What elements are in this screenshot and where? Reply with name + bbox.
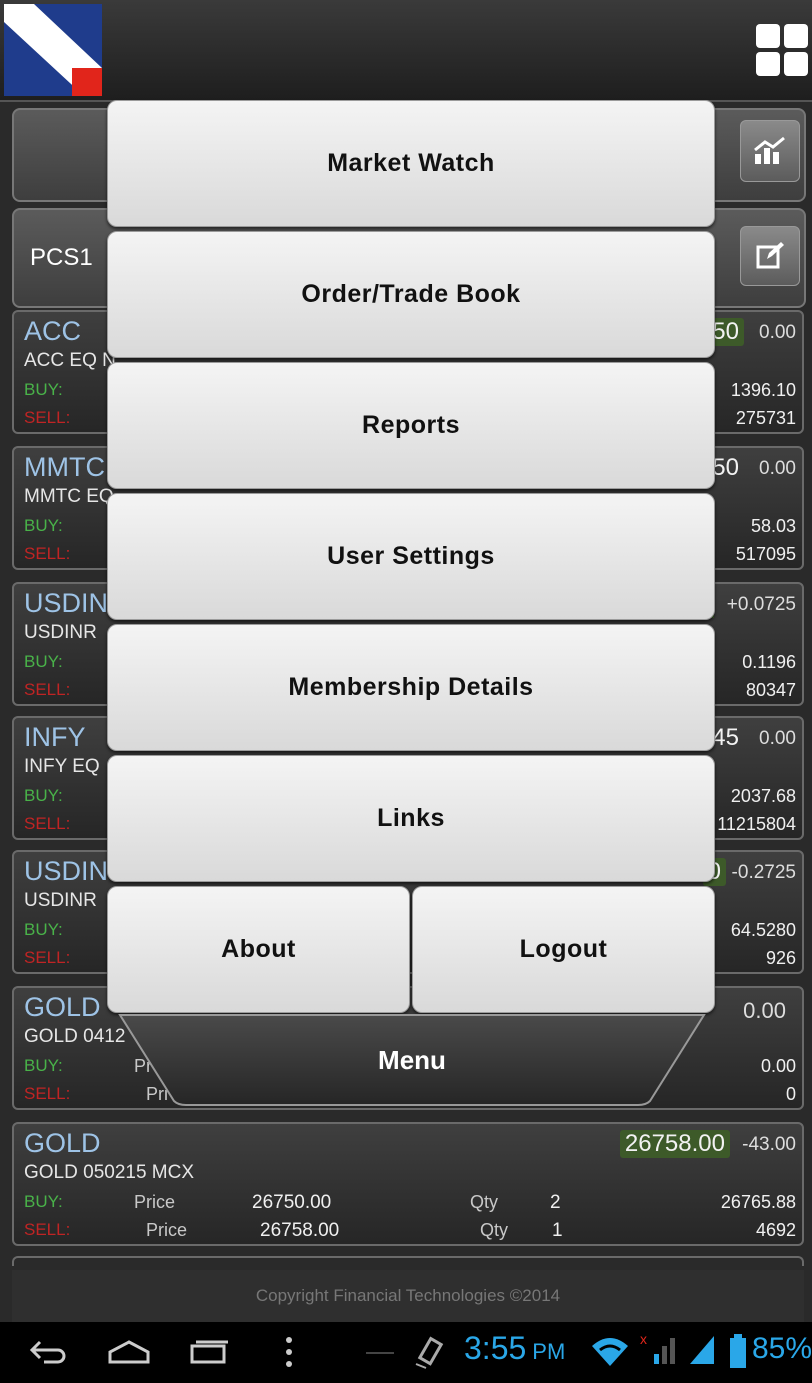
price-change: 0.00 (759, 322, 796, 343)
sell-value: 275731 (735, 408, 796, 428)
app-header (0, 0, 812, 102)
buy-qty: 2 (550, 1192, 561, 1213)
buy-value: 64.5280 (730, 920, 796, 940)
sell-label: SELL: (24, 408, 71, 427)
item-symbol: USDIN (24, 856, 109, 886)
sell-label: SELL: (24, 1220, 71, 1239)
item-description: INFY EQ (24, 756, 100, 777)
clock: 3:55 PM (464, 1330, 565, 1367)
last-price: 26758.00 (619, 1130, 730, 1158)
back-icon[interactable] (28, 1338, 68, 1371)
menu-item-links[interactable]: Links (107, 755, 715, 882)
menu-item-membership-details[interactable]: Membership Details (107, 624, 715, 751)
sell-value: 926 (765, 948, 796, 968)
home-icon[interactable] (106, 1338, 152, 1371)
status-ampm: PM (532, 1339, 566, 1364)
wifi-icon (590, 1336, 630, 1373)
status-time: 3:55 (464, 1330, 527, 1366)
buy-value: 0.00 (760, 1056, 796, 1076)
sell-value: 0 (785, 1084, 796, 1104)
buy-value: 58.03 (750, 516, 796, 536)
buy-value: 2037.68 (730, 786, 796, 806)
watchlist-name[interactable]: PCS1 (30, 244, 93, 272)
price-change: -43.00 (742, 1134, 796, 1155)
sell-value: 80347 (745, 680, 796, 700)
item-symbol: MMTC (24, 452, 105, 482)
sell-price: 26758.00 (260, 1220, 340, 1241)
watchlist-item[interactable]: GOLD GOLD 050215 MCX BUY: SELL: 26758.00… (12, 1122, 804, 1246)
price-change: 0.00 (743, 998, 786, 1023)
buy-qty-label: Qty (470, 1192, 499, 1212)
item-description: GOLD 050215 MCX (24, 1162, 195, 1183)
edit-icon[interactable] (740, 226, 800, 286)
sell-label: SELL: (24, 814, 71, 833)
system-status-bar: 3:55 PM x 85% (0, 1322, 812, 1383)
menu-item-order-trade-book[interactable]: Order/Trade Book (107, 231, 715, 358)
price-change: -0.2725 (731, 862, 796, 883)
item-symbol: USDIN (24, 588, 109, 618)
buy-label: BUY: (24, 652, 63, 671)
buy-label: BUY: (24, 1056, 63, 1075)
overflow-icon[interactable] (284, 1336, 294, 1373)
buy-value: 1396.10 (730, 380, 796, 400)
menu-item-user-settings[interactable]: User Settings (107, 493, 715, 620)
item-symbol: GOLD (24, 1128, 101, 1158)
buy-value: 26765.88 (720, 1192, 796, 1212)
sell-label: SELL: (24, 948, 71, 967)
item-symbol: GOLD (24, 992, 101, 1022)
menu-item-about[interactable]: About (107, 886, 410, 1013)
sell-value: 4692 (755, 1220, 796, 1240)
buy-label: BUY: (24, 786, 63, 805)
battery-percent: 85% (752, 1332, 812, 1365)
battery-icon (728, 1334, 748, 1373)
menu-item-logout[interactable]: Logout (412, 886, 715, 1013)
chart-icon[interactable] (740, 120, 800, 182)
item-symbol: ACC (24, 316, 82, 346)
item-description: GOLD 0412 (24, 1026, 126, 1047)
item-symbol: INFY (24, 722, 86, 752)
sell-price-label: Price (146, 1220, 188, 1240)
list-edge (12, 1256, 804, 1266)
price-change: 0.00 (759, 728, 796, 749)
buy-label: BUY: (24, 516, 63, 535)
sell-label: SELL: (24, 544, 71, 563)
item-description: MMTC EQ (24, 486, 114, 507)
sell-qty: 1 (552, 1220, 563, 1241)
sell-label: SELL: (24, 680, 71, 699)
notification-line (366, 1352, 394, 1354)
grid-menu-icon[interactable] (752, 18, 812, 82)
buy-label: BUY: (24, 1192, 63, 1211)
signal-icon (688, 1332, 718, 1373)
svg-text:x: x (640, 1332, 647, 1347)
sell-qty-label: Qty (480, 1220, 509, 1240)
menu-tab[interactable]: Menu (118, 1013, 706, 1107)
price-change: +0.0725 (726, 594, 796, 615)
vibrate-icon (412, 1334, 448, 1375)
menu-tab-label: Menu (378, 1044, 446, 1075)
buy-value: 0.1196 (742, 652, 796, 672)
menu-item-reports[interactable]: Reports (107, 362, 715, 489)
price-change: 0.00 (759, 458, 796, 479)
menu-item-market-watch[interactable]: Market Watch (107, 100, 715, 227)
signal-icon: x (640, 1331, 680, 1373)
item-description: USDINR (24, 890, 97, 911)
sell-value: 11215804 (717, 814, 796, 834)
buy-label: BUY: (24, 380, 63, 399)
buy-price: 26750.00 (252, 1192, 332, 1213)
item-description: ACC EQ N (24, 350, 116, 371)
recents-icon[interactable] (188, 1338, 230, 1371)
sell-label: SELL: (24, 1084, 71, 1103)
brand-logo (4, 4, 102, 96)
buy-price-label: Price (134, 1192, 176, 1212)
buy-label: BUY: (24, 920, 63, 939)
copyright-footer: Copyright Financial Technologies ©2014 (12, 1270, 804, 1322)
item-description: USDINR (24, 622, 97, 643)
sell-value: 517095 (735, 544, 796, 564)
